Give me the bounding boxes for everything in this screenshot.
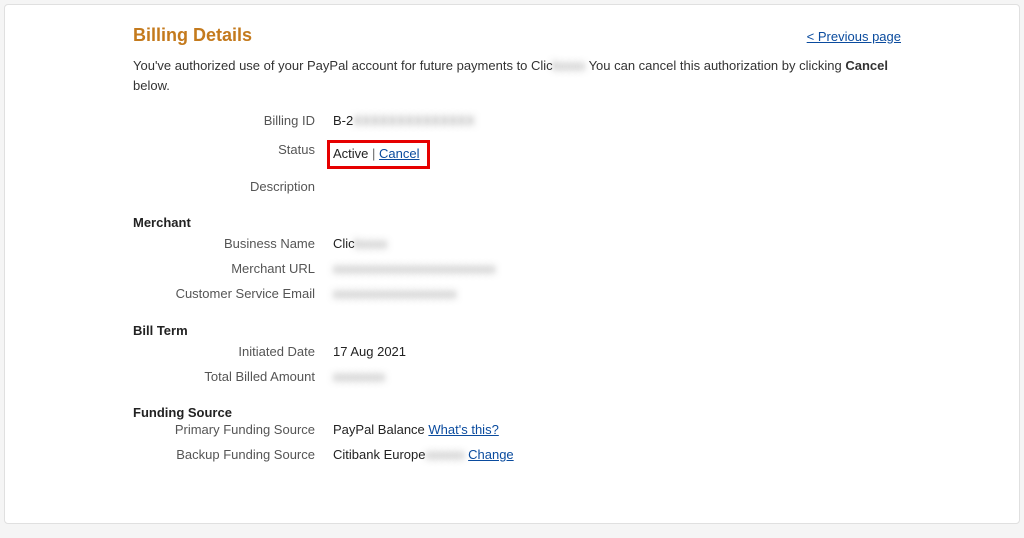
section-merchant: Business Name Clickxxxx Merchant URL xxx… bbox=[33, 234, 991, 304]
row-customer-email: Customer Service Email xxxxxxxxxxxxxxxxx… bbox=[33, 284, 991, 305]
row-business-name: Business Name Clickxxxx bbox=[33, 234, 991, 255]
status-separator: | bbox=[372, 146, 375, 161]
label-customer-email: Customer Service Email bbox=[33, 284, 333, 305]
intro-part3: below. bbox=[133, 78, 170, 93]
value-initiated-date: 17 Aug 2021 bbox=[333, 342, 991, 363]
billing-details-panel: Billing Details < Previous page You've a… bbox=[4, 4, 1020, 524]
value-merchant-url: xxxxxxxxxxxxxxxxxxxxxxxxx bbox=[333, 259, 991, 280]
status-highlight-box: Active | Cancel bbox=[327, 140, 430, 169]
value-primary-funding: PayPal Balance What's this? bbox=[333, 420, 991, 441]
intro-bold: Cancel bbox=[845, 58, 888, 73]
backup-funding-prefix: Citibank Europe bbox=[333, 447, 426, 462]
value-business-name: Clickxxxx bbox=[333, 234, 991, 255]
value-backup-funding: Citibank Europexxxxxx Change bbox=[333, 445, 991, 466]
section-merchant-title: Merchant bbox=[33, 215, 991, 230]
intro-part1: You've authorized use of your PayPal acc… bbox=[133, 58, 553, 73]
label-business-name: Business Name bbox=[33, 234, 333, 255]
intro-text: You've authorized use of your PayPal acc… bbox=[33, 56, 991, 95]
value-status: Active | Cancel bbox=[333, 140, 991, 169]
section-billterm: Initiated Date 17 Aug 2021 Total Billed … bbox=[33, 342, 991, 388]
section-funding-title: Funding Source bbox=[33, 405, 991, 420]
intro-part2: You can cancel this authorization by cli… bbox=[585, 58, 845, 73]
label-primary-funding: Primary Funding Source bbox=[33, 420, 333, 441]
total-billed-blur: xxxxxxxx bbox=[333, 369, 385, 384]
value-billing-id: B-2XXXXXXXXXXXXXX bbox=[333, 111, 991, 132]
value-customer-email: xxxxxxxxxxxxxxxxxxx bbox=[333, 284, 991, 305]
primary-funding-value: PayPal Balance bbox=[333, 422, 425, 437]
label-total-billed: Total Billed Amount bbox=[33, 367, 333, 388]
row-billing-id: Billing ID B-2XXXXXXXXXXXXXX bbox=[33, 111, 991, 132]
cancel-link[interactable]: Cancel bbox=[379, 146, 419, 161]
section-billterm-title: Bill Term bbox=[33, 323, 991, 338]
page-title: Billing Details bbox=[133, 25, 252, 46]
label-backup-funding: Backup Funding Source bbox=[33, 445, 333, 466]
business-name-blur: kxxxx bbox=[355, 236, 388, 251]
row-primary-funding: Primary Funding Source PayPal Balance Wh… bbox=[33, 420, 991, 441]
change-link[interactable]: Change bbox=[468, 447, 514, 462]
label-billing-id: Billing ID bbox=[33, 111, 333, 132]
previous-page-link[interactable]: < Previous page bbox=[807, 29, 901, 44]
row-total-billed: Total Billed Amount xxxxxxxx bbox=[33, 367, 991, 388]
billing-id-prefix: B-2 bbox=[333, 113, 353, 128]
customer-email-blur: xxxxxxxxxxxxxxxxxxx bbox=[333, 286, 457, 301]
row-initiated-date: Initiated Date 17 Aug 2021 bbox=[33, 342, 991, 363]
label-initiated-date: Initiated Date bbox=[33, 342, 333, 363]
label-description: Description bbox=[33, 177, 333, 198]
intro-merchant-blur: kxxxx bbox=[553, 58, 586, 73]
section-funding: Primary Funding Source PayPal Balance Wh… bbox=[33, 420, 991, 466]
row-backup-funding: Backup Funding Source Citibank Europexxx… bbox=[33, 445, 991, 466]
billing-id-blur: XXXXXXXXXXXXXX bbox=[353, 113, 474, 128]
row-merchant-url: Merchant URL xxxxxxxxxxxxxxxxxxxxxxxxx bbox=[33, 259, 991, 280]
whats-this-link[interactable]: What's this? bbox=[428, 422, 498, 437]
row-status: Status Active | Cancel bbox=[33, 140, 991, 169]
label-merchant-url: Merchant URL bbox=[33, 259, 333, 280]
status-active: Active bbox=[333, 146, 368, 161]
row-description: Description bbox=[33, 177, 991, 198]
business-name-prefix: Clic bbox=[333, 236, 355, 251]
merchant-url-blur: xxxxxxxxxxxxxxxxxxxxxxxxx bbox=[333, 261, 496, 276]
backup-funding-blur: xxxxxx bbox=[426, 447, 465, 462]
value-total-billed: xxxxxxxx bbox=[333, 367, 991, 388]
value-description bbox=[333, 177, 991, 198]
header-row: Billing Details < Previous page bbox=[33, 25, 991, 46]
label-status: Status bbox=[33, 140, 333, 169]
